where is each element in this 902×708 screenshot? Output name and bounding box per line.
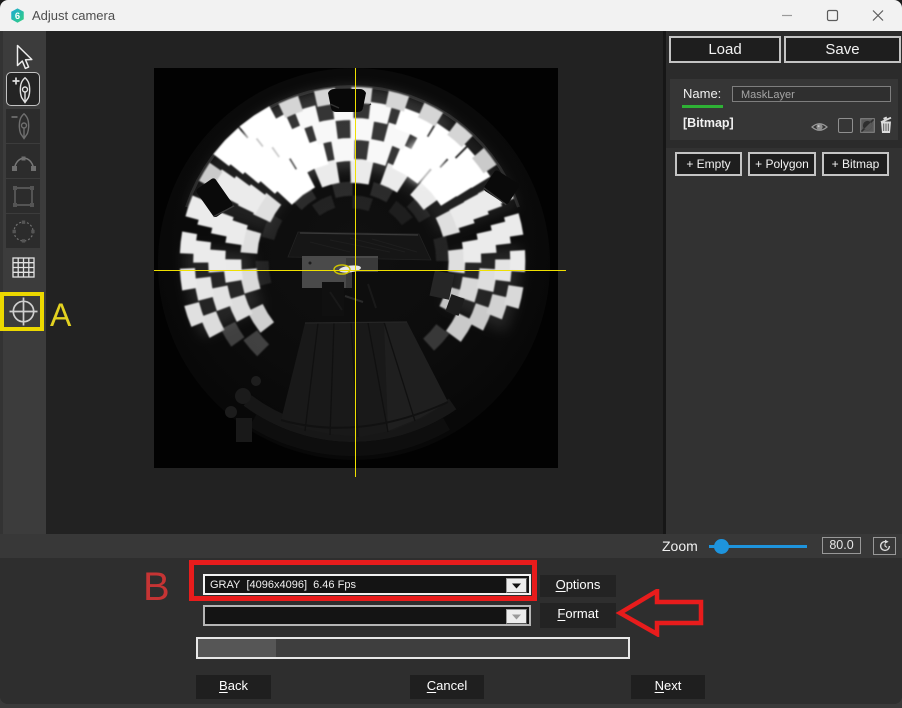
svg-text:6: 6	[15, 11, 20, 21]
